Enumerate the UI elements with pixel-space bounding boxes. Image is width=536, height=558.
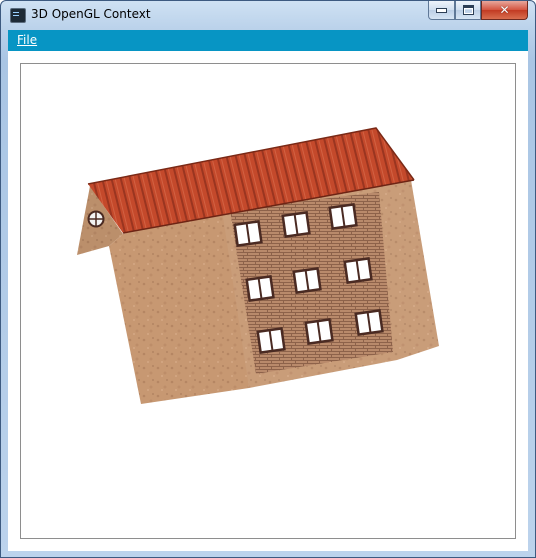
- house-3d-model: [77, 127, 439, 404]
- window-title: 3D OpenGL Context: [31, 7, 151, 21]
- application-window: 3D OpenGL Context ✕ File: [0, 0, 536, 558]
- menu-item-file[interactable]: File: [17, 33, 37, 47]
- minimize-icon: [436, 7, 447, 13]
- gable-round-window: [87, 210, 105, 228]
- client-area: [8, 51, 528, 551]
- maximize-button[interactable]: [455, 1, 481, 20]
- maximize-icon: [462, 5, 474, 15]
- close-button[interactable]: ✕: [481, 1, 528, 20]
- title-bar[interactable]: 3D OpenGL Context ✕: [1, 1, 535, 29]
- close-icon: ✕: [499, 3, 510, 17]
- console-app-icon[interactable]: [10, 8, 26, 23]
- opengl-viewport[interactable]: [20, 63, 516, 539]
- menu-bar: File: [8, 30, 528, 51]
- minimize-button[interactable]: [428, 1, 455, 20]
